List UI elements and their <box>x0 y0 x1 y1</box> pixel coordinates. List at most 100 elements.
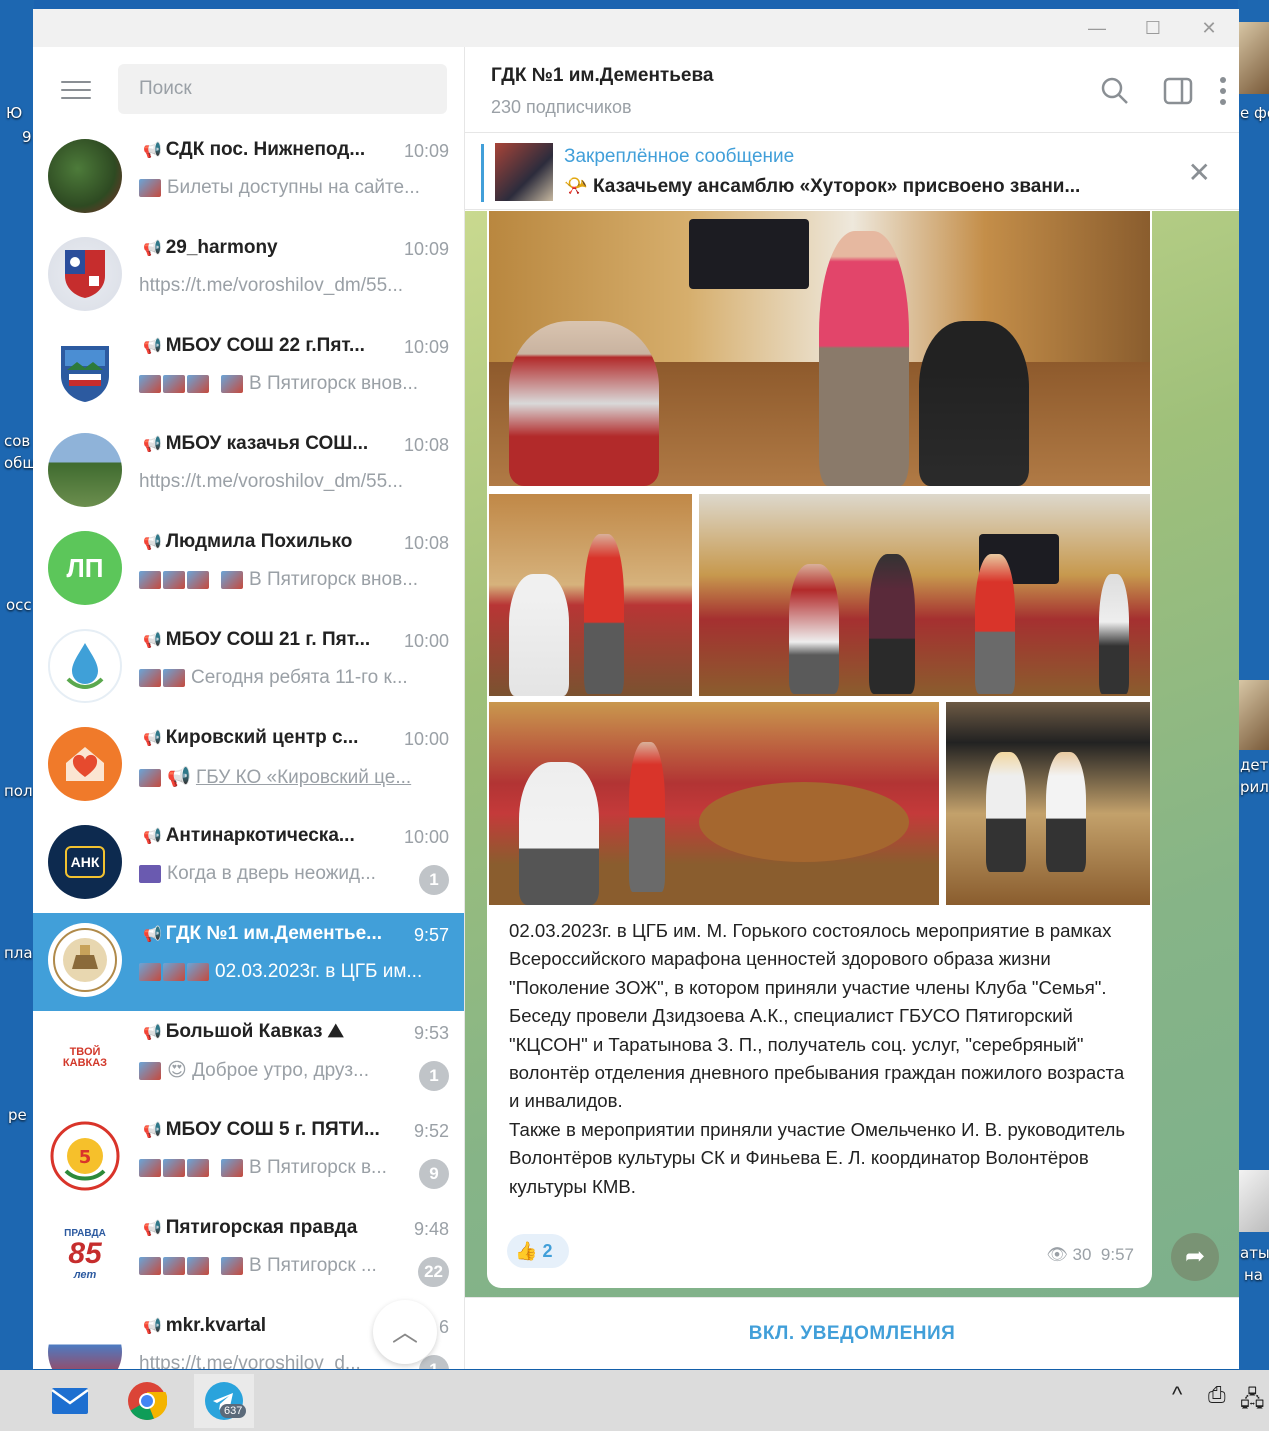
chat-title: 📢 ГДК №1 им.Дементье... <box>143 923 383 944</box>
megaphone-icon: 📢 <box>143 240 162 257</box>
megaphone-icon: 📢 <box>143 1220 162 1237</box>
chat-avatar <box>48 433 122 507</box>
megaphone-icon: 📢 <box>143 142 162 159</box>
chat-background: 02.03.2023г. в ЦГБ им. М. Горького состо… <box>465 211 1239 1297</box>
close-button[interactable]: ✕ <box>1197 17 1221 39</box>
chat-item[interactable]: 📢 МБОУ СОШ 22 г.Пят... 10:09 В Пятигорск … <box>33 325 464 423</box>
chat-title: 📢 mkr.kvartal <box>143 1315 267 1336</box>
chat-item[interactable]: 📢 МБОУ СОШ 21 г. Пят... 10:00 Сегодня реб… <box>33 619 464 717</box>
message-photo[interactable] <box>946 702 1150 905</box>
desktop-icon-label[interactable]: 9 <box>22 128 32 146</box>
chat-preview: https://t.me/voroshilov_dm/55... <box>139 471 404 492</box>
chat-item[interactable]: 📢 Кировский центр с... 10:00 📢 ГБУ КО «Ки… <box>33 717 464 815</box>
desktop-icon-label[interactable]: пол <box>4 782 33 800</box>
close-pinned-icon[interactable]: ✕ <box>1188 156 1211 189</box>
pinned-text: 📯 Казачьему ансамблю «Хуторок» присвоено… <box>564 176 1081 197</box>
chat-item[interactable]: АНК 📢 Антинаркотическа... 10:00 Когда в д… <box>33 815 464 913</box>
desktop-icon-label[interactable]: общ <box>4 454 37 472</box>
chat-item[interactable]: ТВОЙ КАВКАЗ 📢 Большой Кавказ ⛰ 9:53 😍 Доб… <box>33 1011 464 1109</box>
desktop-icon-label[interactable]: аты <box>1240 1244 1269 1262</box>
subscriber-count: 230 подписчиков <box>491 97 632 117</box>
chat-title: 📢 Пятигорская правда <box>143 1217 358 1238</box>
search-icon[interactable] <box>1099 75 1131 107</box>
chat-item[interactable]: 📢 МБОУ казачья СОШ... 10:08 https://t.me/… <box>33 423 464 521</box>
chat-preview: В Пятигорск ... <box>139 1255 409 1277</box>
mountain-icon: ⛰ <box>327 1021 344 1042</box>
desktop-icon-label[interactable]: е фо <box>1240 104 1269 122</box>
megaphone-icon: 📢 <box>167 767 196 788</box>
chat-time: 10:08 <box>403 435 449 455</box>
message-photo[interactable] <box>489 494 692 696</box>
megaphone-icon: 📯 <box>564 176 593 197</box>
chat-title: 📢 МБОУ казачья СОШ... <box>143 433 369 454</box>
desktop-icon-label[interactable]: рил <box>1240 778 1269 796</box>
chat-time: 10:00 <box>403 827 449 847</box>
tray-device-icon[interactable]: ⎙ <box>1208 1382 1226 1408</box>
desktop-icon-label[interactable]: на <box>1244 1266 1263 1284</box>
scroll-to-top-button[interactable]: ︿ <box>373 1300 437 1364</box>
mail-app-button[interactable] <box>40 1374 100 1428</box>
sidebar-panel-icon[interactable] <box>1162 75 1194 107</box>
chat-title: 📢 МБОУ СОШ 22 г.Пят... <box>143 335 365 356</box>
forward-button[interactable]: ➦ <box>1171 1233 1219 1281</box>
pinned-label: Закреплённое сообщение <box>564 146 795 167</box>
more-options-icon[interactable] <box>1217 75 1229 107</box>
unread-badge: 1 <box>419 1061 449 1091</box>
chat-preview: В Пятигорск в... <box>139 1157 409 1179</box>
desktop-icon-label[interactable]: осс <box>6 596 32 614</box>
chat-title: 📢 СДК пос. Нижнепод... <box>143 139 366 160</box>
desktop-file-thumbnail[interactable] <box>1238 22 1269 94</box>
desktop-icon-label[interactable]: Ю <box>6 104 22 122</box>
tray-network-icon[interactable]: 🖧 <box>1240 1382 1265 1420</box>
desktop-icon-label[interactable]: сов <box>4 432 30 450</box>
taskbar: 637 ^ ⎙ 🖧 <box>0 1370 1269 1431</box>
desktop-icon-label[interactable]: дет <box>1240 756 1268 774</box>
megaphone-icon: 📢 <box>143 1024 162 1041</box>
chat-preview: https://t.me/voroshilov_dm/55... <box>139 275 404 296</box>
message-photo[interactable] <box>489 702 939 905</box>
maximize-button[interactable]: ☐ <box>1141 17 1165 39</box>
chat-title: 📢 МБОУ СОШ 21 г. Пят... <box>143 629 371 650</box>
chat-time: 6 <box>438 1317 449 1337</box>
media-thumbnails <box>139 767 163 789</box>
media-thumbnails <box>139 177 163 199</box>
message-bubble[interactable]: 02.03.2023г. в ЦГБ им. М. Горького состо… <box>487 211 1152 1288</box>
tray-overflow-icon[interactable]: ^ <box>1172 1382 1182 1408</box>
chat-item-active[interactable]: 📢 ГДК №1 им.Дементье... 9:57 02.03.2023г.… <box>33 913 464 1011</box>
channel-header[interactable]: ГДК №1 им.Дементьева 230 подписчиков <box>465 47 1239 133</box>
unread-badge: 9 <box>419 1159 449 1189</box>
reaction-like[interactable]: 👍 2 <box>507 1234 569 1268</box>
shield-emblem-icon <box>65 250 105 298</box>
message-photo[interactable] <box>489 211 1150 486</box>
desktop-file-thumbnail[interactable] <box>1238 680 1269 750</box>
eye-icon: 👁 <box>1046 1245 1068 1264</box>
school-emblem-icon <box>61 346 109 402</box>
media-thumbnails <box>139 569 245 591</box>
chat-item[interactable]: 📢 29_harmony 10:09 https://t.me/voroshilo… <box>33 227 464 325</box>
channel-footer: ВКЛ. УВЕДОМЛЕНИЯ <box>465 1297 1239 1369</box>
chat-time: 10:00 <box>403 631 449 651</box>
pinned-message-bar[interactable]: Закреплённое сообщение 📯 Казачьему ансам… <box>465 134 1239 210</box>
desktop-icon-label[interactable]: пла <box>4 944 33 962</box>
menu-icon[interactable] <box>61 81 91 101</box>
desktop-icon-label[interactable]: ре <box>8 1106 27 1124</box>
media-thumbnails <box>139 1060 163 1082</box>
megaphone-icon: 📢 <box>143 436 162 453</box>
chat-item[interactable]: 📢 СДК пос. Нижнепод... 10:09 Билеты досту… <box>33 129 464 227</box>
telegram-app-button[interactable]: 637 <box>194 1374 254 1428</box>
desktop-file-thumbnail[interactable] <box>1238 1170 1269 1232</box>
chat-preview: Билеты доступны на сайте... <box>139 177 449 199</box>
message-meta: 👁 30 9:57 <box>1046 1245 1134 1264</box>
enable-notifications-button[interactable]: ВКЛ. УВЕДОМЛЕНИЯ <box>465 1298 1239 1369</box>
chat-item[interactable]: 5 📢 МБОУ СОШ 5 г. ПЯТИ... 9:52 В Пятигорс… <box>33 1109 464 1207</box>
chrome-app-button[interactable] <box>117 1374 177 1428</box>
thumbs-up-icon: 👍 <box>515 1241 538 1261</box>
minimize-button[interactable]: — <box>1085 17 1109 39</box>
title-bar: — ☐ ✕ <box>33 9 1239 47</box>
chat-item[interactable]: ЛП 📢 Людмила Похилько 10:08 В Пятигорск в… <box>33 521 464 619</box>
search-input[interactable] <box>118 64 447 114</box>
message-photo[interactable] <box>699 494 1150 696</box>
megaphone-icon: 📢 <box>143 632 162 649</box>
chat-item[interactable]: ПРАВДА 85 лет 📢 Пятигорская правда 9:48 В… <box>33 1207 464 1305</box>
round-seal-emblem-icon <box>53 928 117 992</box>
